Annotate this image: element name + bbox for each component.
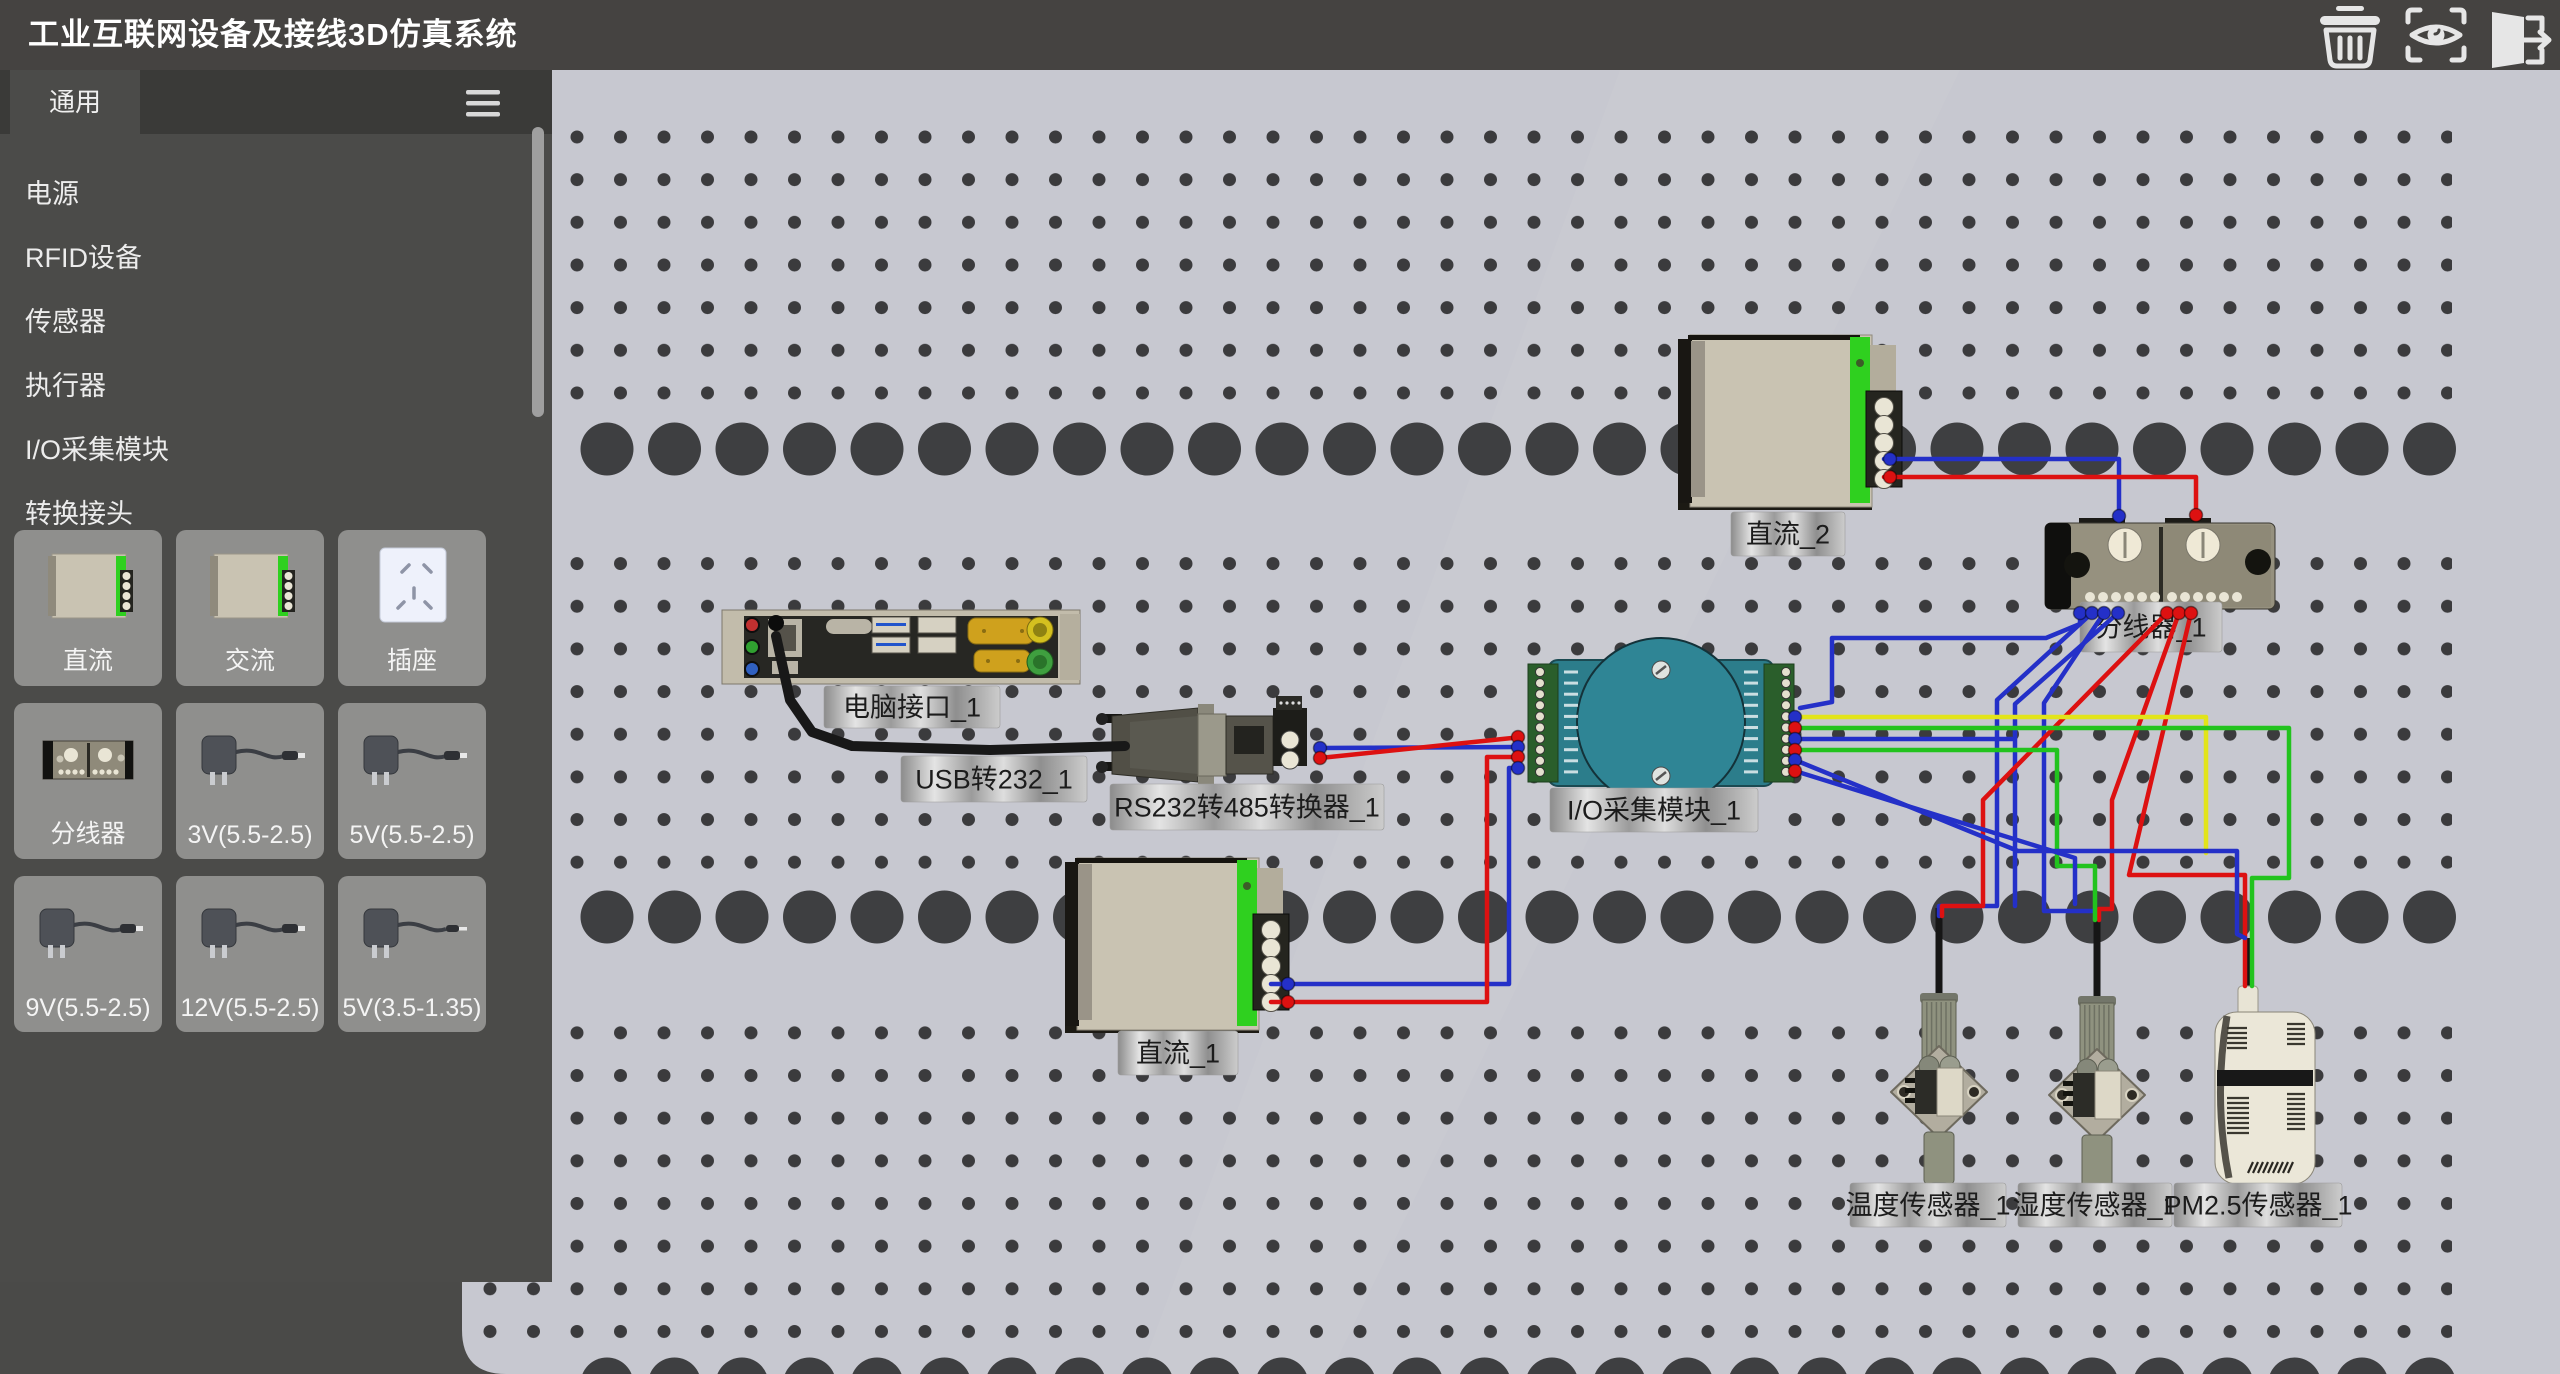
wire-bead[interactable]	[2190, 509, 2203, 522]
device-label-text: 电脑接口_1	[843, 693, 981, 723]
device-label: 电脑接口_1	[824, 686, 1000, 728]
device-label: USB转232_1	[901, 756, 1087, 802]
sidebar-item-sensor[interactable]: 传感器	[0, 290, 552, 354]
wire-bead[interactable]	[1512, 762, 1525, 775]
component-palette: 直流 交流 插座 分线	[14, 530, 486, 1032]
card-adapter-9v[interactable]: 9V(5.5-2.5)	[14, 876, 162, 1032]
device-label: 直流_1	[1118, 1031, 1238, 1075]
device-label-text: USB转232_1	[915, 765, 1073, 795]
exit-icon[interactable]	[2492, 12, 2549, 68]
adapter-thumb-icon	[190, 876, 310, 994]
device-label-text: 湿度传感器_1	[2012, 1191, 2177, 1221]
card-label: 分线器	[50, 814, 125, 850]
dc-power-thumb-icon	[38, 530, 138, 641]
adapter-thumb-icon	[190, 703, 310, 821]
wire-bead[interactable]	[1789, 765, 1802, 778]
device-label: PM2.5传感器_1	[2163, 1183, 2352, 1227]
wire-bead[interactable]	[2086, 607, 2099, 620]
card-adapter-12v[interactable]: 12V(5.5-2.5)	[176, 876, 324, 1032]
wire-bead[interactable]	[2098, 607, 2111, 620]
delete-icon[interactable]	[2320, 6, 2380, 66]
device-I/O采集模块_1[interactable]	[1528, 638, 1794, 806]
sidebar-item-io-module[interactable]: I/O采集模块	[0, 418, 552, 482]
card-label: 12V(5.5-2.5)	[181, 994, 320, 1023]
device-label-text: 温度传感器_1	[1845, 1191, 2010, 1221]
wire-bead[interactable]	[1314, 752, 1327, 765]
menu-icon[interactable]	[466, 88, 502, 118]
device-label: 温度传感器_1	[1845, 1183, 2010, 1227]
device-label-text: RS232转485转换器_1	[1114, 793, 1380, 823]
tab-general[interactable]: 通用	[10, 70, 140, 134]
device-直流_1[interactable]	[1065, 858, 1289, 1033]
device-label-text: PM2.5传感器_1	[2163, 1191, 2352, 1221]
sidebar-item-rfid[interactable]: RFID设备	[0, 226, 552, 290]
device-label: RS232转485转换器_1	[1110, 784, 1384, 830]
wire-bead[interactable]	[1884, 471, 1897, 484]
adapter-thumb-icon	[28, 876, 148, 994]
component-sidebar: 通用 电源 RFID设备 传感器 执行器 I/O采集模块 转换接头 直流	[0, 70, 552, 1282]
card-label: 插座	[387, 641, 437, 677]
device-label-text: 直流_1	[1136, 1039, 1220, 1069]
device-label-text: 直流_2	[1746, 520, 1830, 550]
sidebar-item-actuator[interactable]: 执行器	[0, 354, 552, 418]
device-label: 直流_2	[1731, 512, 1845, 556]
card-socket[interactable]: 插座	[338, 530, 486, 686]
wire-bead[interactable]	[1282, 996, 1295, 1009]
toolbar	[2296, 0, 2556, 70]
wire-bead[interactable]	[2173, 607, 2186, 620]
wire-bead[interactable]	[1884, 453, 1897, 466]
wire-bead[interactable]	[1282, 978, 1295, 991]
card-adapter-3v[interactable]: 3V(5.5-2.5)	[176, 703, 324, 859]
view-icon[interactable]	[2408, 10, 2464, 60]
device-label-text: I/O采集模块_1	[1567, 796, 1741, 826]
wire-bead[interactable]	[2074, 607, 2087, 620]
card-ac[interactable]: 交流	[176, 530, 324, 686]
title-bar: 工业互联网设备及接线3D仿真系统	[0, 0, 2560, 70]
sidebar-item-power[interactable]: 电源	[0, 162, 552, 226]
splitter-thumb-icon	[33, 703, 143, 814]
sidebar-tabstrip: 通用	[0, 70, 552, 134]
category-menu: 电源 RFID设备 传感器 执行器 I/O采集模块 转换接头	[0, 134, 552, 546]
wire-bead[interactable]	[2113, 510, 2126, 523]
adapter-thumb-icon	[352, 703, 472, 821]
card-label: 3V(5.5-2.5)	[187, 821, 312, 850]
card-splitter[interactable]: 分线器	[14, 703, 162, 859]
device-分线器_1[interactable]	[2045, 518, 2275, 609]
app-title: 工业互联网设备及接线3D仿真系统	[28, 0, 518, 70]
ac-power-thumb-icon	[200, 530, 300, 641]
menu-scrollbar[interactable]	[532, 127, 544, 417]
socket-thumb-icon	[362, 530, 462, 641]
device-label: 湿度传感器_1	[2012, 1183, 2177, 1227]
card-dc[interactable]: 直流	[14, 530, 162, 686]
wire-bead[interactable]	[2161, 607, 2174, 620]
wire-bead[interactable]	[2185, 607, 2198, 620]
card-adapter-5v-slim[interactable]: 5V(3.5-1.35)	[338, 876, 486, 1032]
adapter-thumb-icon	[352, 876, 472, 994]
wire-bead[interactable]	[2112, 607, 2125, 620]
card-label: 直流	[63, 641, 113, 677]
card-adapter-5v[interactable]: 5V(5.5-2.5)	[338, 703, 486, 859]
card-label: 9V(5.5-2.5)	[25, 994, 150, 1023]
device-直流_2[interactable]	[1678, 335, 1902, 510]
card-label: 5V(3.5-1.35)	[343, 994, 482, 1023]
card-label: 5V(5.5-2.5)	[349, 821, 474, 850]
device-label: I/O采集模块_1	[1550, 788, 1758, 832]
card-label: 交流	[225, 641, 275, 677]
